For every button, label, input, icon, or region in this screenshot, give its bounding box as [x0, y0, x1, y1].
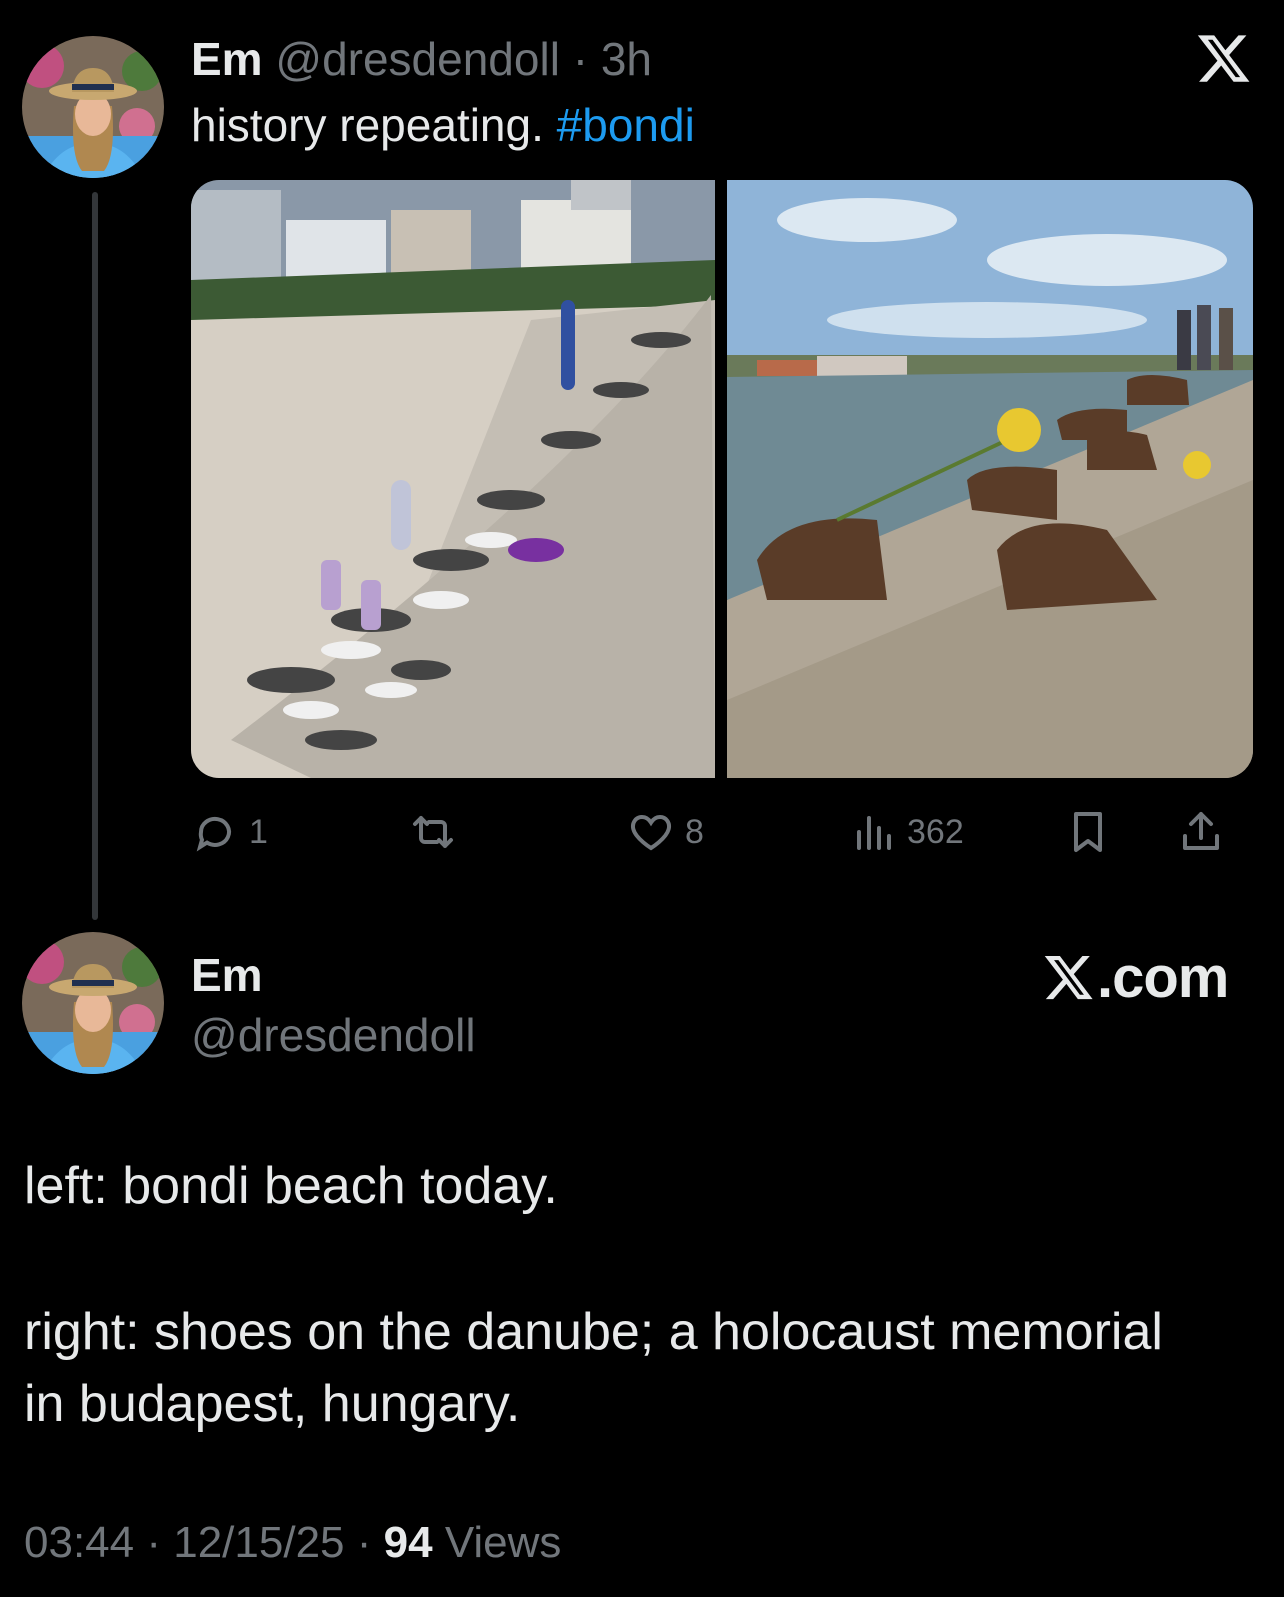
- share-button[interactable]: [1177, 800, 1225, 864]
- post-time[interactable]: 03:44: [24, 1518, 134, 1567]
- views-label: Views: [444, 1518, 562, 1567]
- brand-domain: .com: [1097, 944, 1229, 1010]
- like-button[interactable]: 8: [627, 800, 704, 864]
- avatar[interactable]: [22, 932, 164, 1074]
- tweet-text: history repeating. #bondi: [191, 95, 695, 155]
- timestamp[interactable]: 3h: [601, 33, 652, 85]
- views-count: 94: [383, 1518, 433, 1567]
- separator-dot: ·: [572, 33, 589, 85]
- separator-dot: ·: [356, 1518, 372, 1567]
- media-image-left[interactable]: [191, 180, 715, 778]
- tweet-media-grid: [191, 180, 1253, 778]
- profile-photo-icon: [22, 932, 164, 1074]
- post-text-line: left: bondi beach today.: [24, 1157, 558, 1215]
- reply-count: 1: [249, 812, 268, 851]
- tweet-action-bar: 1 8 362: [191, 800, 1253, 864]
- reply-button[interactable]: 1: [191, 800, 268, 864]
- reply-icon: [196, 816, 231, 852]
- post-date[interactable]: 12/15/25: [173, 1518, 344, 1567]
- profile-photo-icon: [22, 36, 164, 178]
- bondi-beach-photo-icon: [191, 180, 715, 778]
- tweet-header: Em @dresdendoll · 3h: [191, 30, 652, 88]
- display-name[interactable]: Em: [191, 948, 263, 1002]
- danube-shoes-photo-icon: [727, 180, 1253, 778]
- post-meta: 03:44 · 12/15/25 · 94 Views: [24, 1518, 561, 1568]
- display-name[interactable]: Em: [191, 33, 263, 85]
- separator-dot: ·: [146, 1518, 161, 1567]
- post-text-line: in budapest, hungary.: [24, 1375, 521, 1433]
- handle[interactable]: @dresdendoll: [275, 33, 560, 85]
- repost-button[interactable]: [409, 800, 467, 864]
- hashtag-link[interactable]: #bondi: [557, 99, 695, 151]
- post-text-line: right: shoes on the danube; a holocaust …: [24, 1303, 1163, 1361]
- heart-icon: [631, 814, 671, 851]
- x-com-brand: .com: [1043, 944, 1253, 1010]
- bookmark-icon: [1074, 812, 1102, 852]
- x-logo-icon[interactable]: [1196, 30, 1252, 86]
- share-icon: [1183, 812, 1219, 850]
- views-count: 362: [907, 812, 964, 851]
- handle[interactable]: @dresdendoll: [191, 1008, 476, 1062]
- views-button[interactable]: 362: [849, 800, 964, 864]
- media-image-right[interactable]: [727, 180, 1253, 778]
- thread-connector-line: [92, 192, 98, 920]
- tweet-text-body: history repeating.: [191, 99, 544, 151]
- repost-icon: [413, 816, 453, 848]
- bookmark-button[interactable]: [1064, 800, 1112, 864]
- x-logo-icon: [1044, 955, 1093, 1000]
- like-count: 8: [685, 812, 704, 851]
- avatar[interactable]: [22, 36, 164, 178]
- analytics-icon: [857, 816, 891, 850]
